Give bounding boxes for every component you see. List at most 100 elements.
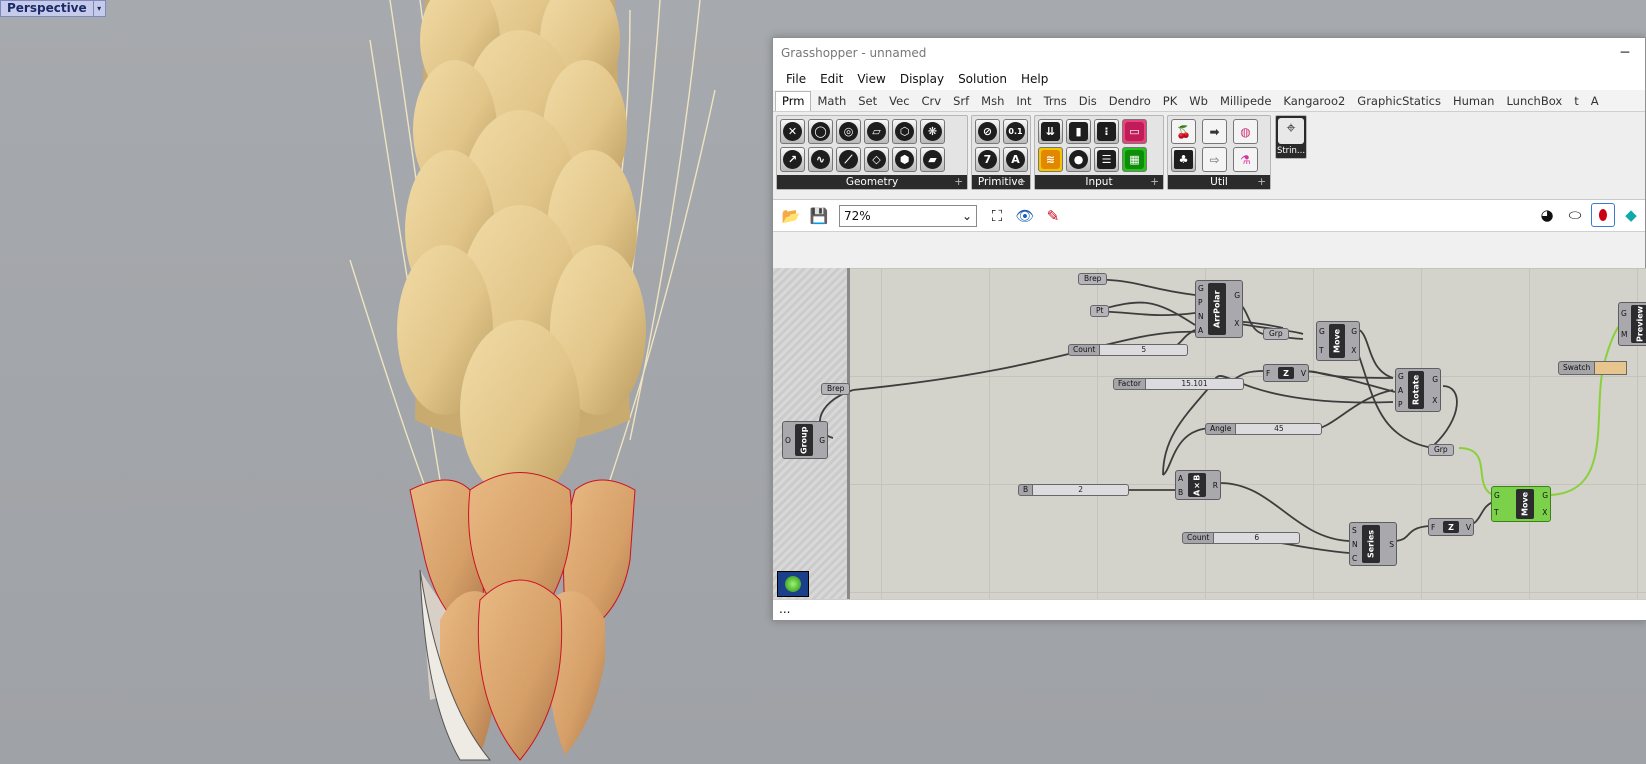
viewport-menu-icon[interactable]: ▾: [92, 1, 105, 16]
value-list-icon[interactable]: ☰: [1094, 147, 1119, 172]
group-label-util[interactable]: Util +: [1168, 175, 1270, 189]
group-param-2[interactable]: Grp: [1428, 444, 1454, 456]
line-param-icon[interactable]: ⟋: [836, 147, 861, 172]
menu-solution[interactable]: Solution: [951, 72, 1014, 86]
preview-wireframe-icon[interactable]: ◕: [1535, 203, 1559, 227]
slider-value[interactable]: 15.101: [1145, 378, 1244, 390]
move-component-2[interactable]: GT Move GX: [1491, 486, 1551, 522]
tab-lunchbox[interactable]: LunchBox: [1500, 92, 1568, 111]
tab-dendro[interactable]: Dendro: [1103, 92, 1157, 111]
tab-srf[interactable]: Srf: [947, 92, 975, 111]
arrpolar-component[interactable]: GPNA ArrPolar GX: [1195, 280, 1243, 338]
menu-edit[interactable]: Edit: [813, 72, 850, 86]
factor-slider[interactable]: Factor 15.101: [1113, 378, 1244, 390]
data-output-icon[interactable]: ➡: [1202, 119, 1227, 144]
menu-display[interactable]: Display: [893, 72, 951, 86]
data-input-icon[interactable]: ⇨: [1202, 147, 1227, 172]
tab-pk[interactable]: PK: [1157, 92, 1183, 111]
slider-value[interactable]: 45: [1236, 423, 1323, 435]
slider-value[interactable]: 5: [1100, 344, 1189, 356]
group-label-primitive[interactable]: Primitive +: [972, 175, 1030, 189]
tree-icon[interactable]: ♣: [1171, 147, 1196, 172]
image-sampler-icon[interactable]: ▦: [1122, 147, 1147, 172]
group-param-1[interactable]: Grp: [1263, 328, 1289, 340]
mesh-param-icon[interactable]: ❋: [920, 119, 945, 144]
brep-param-top[interactable]: Brep: [1078, 273, 1108, 285]
number-slider-icon[interactable]: ⁝: [1094, 119, 1119, 144]
tab-int[interactable]: Int: [1010, 92, 1037, 111]
curve-param-icon[interactable]: ∿: [808, 147, 833, 172]
menu-help[interactable]: Help: [1014, 72, 1055, 86]
tab-vec[interactable]: Vec: [883, 92, 915, 111]
colour-swatch-icon[interactable]: ●: [1066, 147, 1091, 172]
graph-canvas[interactable]: Brep Pt Brep Grp Grp Count 5 Factor 15.1…: [773, 268, 1646, 601]
menu-file[interactable]: File: [779, 72, 813, 86]
tab-math[interactable]: Math: [811, 92, 852, 111]
slider-value[interactable]: 2: [1033, 484, 1130, 496]
bake-icon[interactable]: ◆: [1619, 203, 1643, 227]
group-label-input[interactable]: Input +: [1035, 175, 1163, 189]
swatch-color[interactable]: [1595, 361, 1628, 375]
toggle-icon[interactable]: ▮: [1066, 119, 1091, 144]
geometry-param-icon[interactable]: ⬢: [892, 147, 917, 172]
brep-param-icon[interactable]: ⬡: [892, 119, 917, 144]
window-titlebar[interactable]: Grasshopper - unnamed ─: [773, 38, 1645, 68]
tab-graphicstatics[interactable]: GraphicStatics: [1351, 92, 1447, 111]
tab-set[interactable]: Set: [852, 92, 883, 111]
series-component[interactable]: SNC Series S: [1349, 522, 1397, 566]
grasshopper-window[interactable]: Grasshopper - unnamed ─ File Edit View D…: [772, 37, 1646, 621]
move-component-1[interactable]: GT Move GX: [1316, 321, 1360, 361]
count-slider-1[interactable]: Count 5: [1068, 344, 1189, 356]
tab-trns[interactable]: Trns: [1038, 92, 1073, 111]
vector-param-icon[interactable]: ↗: [780, 147, 805, 172]
brep-param-left[interactable]: Brep: [821, 383, 851, 395]
tab-dis[interactable]: Dis: [1073, 92, 1103, 111]
integer-param-icon[interactable]: 7: [975, 147, 1000, 172]
tab-kangaroo2[interactable]: Kangaroo2: [1277, 92, 1351, 111]
tab-msh[interactable]: Msh: [975, 92, 1010, 111]
viewport-name[interactable]: Perspective: [1, 1, 93, 16]
string-component-icon[interactable]: ⌖ Strin...: [1275, 115, 1307, 159]
preview-component[interactable]: GM Preview: [1618, 302, 1646, 346]
point-param-icon[interactable]: ✕: [780, 119, 805, 144]
flask-icon[interactable]: ⚗: [1233, 147, 1258, 172]
tab-millipede[interactable]: Millipede: [1214, 92, 1277, 111]
preview-selected-icon[interactable]: ⬮: [1591, 203, 1615, 227]
rotate-component[interactable]: GAP Rotate GX: [1395, 368, 1441, 412]
count-slider-2[interactable]: Count 6: [1182, 532, 1301, 544]
b-slider[interactable]: B 2: [1018, 484, 1130, 496]
panel-icon[interactable]: ⇊: [1038, 119, 1063, 144]
menu-view[interactable]: View: [850, 72, 892, 86]
unit-z-component-2[interactable]: F Z V: [1428, 518, 1474, 536]
group-component[interactable]: O Group G: [782, 421, 828, 459]
viewport-label[interactable]: Perspective ▾: [0, 0, 106, 17]
number-param-icon[interactable]: 0.1: [1003, 119, 1028, 144]
tab-human[interactable]: Human: [1447, 92, 1500, 111]
preview-eye-icon[interactable]: 👁: [1013, 204, 1037, 228]
point-param[interactable]: Pt: [1090, 305, 1110, 317]
sketch-pen-icon[interactable]: ✎: [1041, 204, 1065, 228]
tab-wb[interactable]: Wb: [1183, 92, 1214, 111]
boolean-param-icon[interactable]: ⊘: [975, 119, 1000, 144]
tab-crv[interactable]: Crv: [916, 92, 948, 111]
fitness-landscape-icon[interactable]: ◍: [1233, 119, 1258, 144]
gradient-icon[interactable]: ≋: [1038, 147, 1063, 172]
zoom-extents-icon[interactable]: ⛶: [985, 204, 1009, 228]
circle-param-icon[interactable]: ◯: [808, 119, 833, 144]
preview-shaded-icon[interactable]: ⬭: [1563, 203, 1587, 227]
surface-param-icon[interactable]: ▰: [920, 147, 945, 172]
text-param-icon[interactable]: A: [1003, 147, 1028, 172]
plane-param-icon[interactable]: ◇: [864, 147, 889, 172]
unit-z-component-1[interactable]: F Z V: [1263, 364, 1309, 382]
colour-swatch[interactable]: Swatch: [1558, 361, 1628, 375]
multiplication-component[interactable]: AB A×B R: [1175, 470, 1221, 500]
group-label-geometry[interactable]: Geometry +: [777, 175, 967, 189]
tab-a[interactable]: A: [1585, 92, 1605, 111]
circular-arc-icon[interactable]: ◎: [836, 119, 861, 144]
tab-prm[interactable]: Prm: [775, 91, 812, 111]
open-file-button[interactable]: 📂: [779, 204, 803, 228]
slider-value[interactable]: 6: [1214, 532, 1301, 544]
angle-slider[interactable]: Angle 45: [1205, 423, 1323, 435]
zoom-select[interactable]: 72% ⌄: [839, 204, 977, 227]
cherry-picker-icon[interactable]: 🍒: [1171, 119, 1196, 144]
